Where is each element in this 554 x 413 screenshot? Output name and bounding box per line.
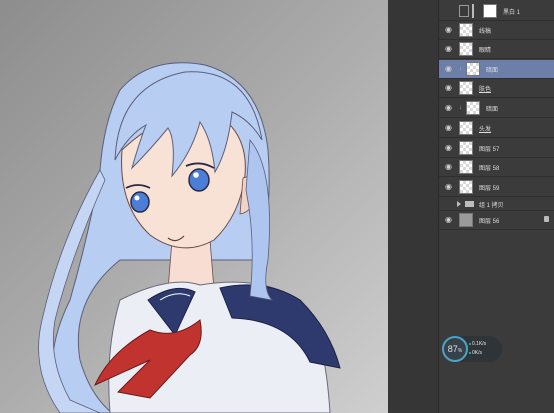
layer-thumbnail — [459, 180, 473, 194]
layer-name: 眼睛 — [479, 48, 492, 54]
eye-icon[interactable]: ◉ — [445, 216, 453, 224]
layer-thumbnail — [459, 23, 473, 37]
layer-row-selected[interactable]: ◉ ↓ 暗面 — [439, 60, 554, 79]
layer-row[interactable]: ◉ 眼睛 — [439, 40, 554, 59]
download-dot-icon — [469, 352, 471, 354]
layer-thumbnail — [459, 81, 473, 95]
right-eye-shine — [193, 172, 199, 178]
layer-thumbnail — [459, 160, 473, 174]
illustration — [38, 62, 341, 413]
clipping-arrow-icon: ↓ — [459, 105, 462, 111]
layer-row[interactable]: ◉ ↓ 暗面 — [439, 99, 554, 118]
layer-row[interactable]: ◉ 线稿 — [439, 21, 554, 40]
layer-row[interactable]: ◉ 肤色 — [439, 79, 554, 98]
upload-dot-icon — [469, 343, 471, 345]
layer-name: 黑白 1 — [503, 10, 521, 16]
left-eye-shine — [134, 195, 140, 201]
eye-icon[interactable]: ◉ — [445, 124, 453, 132]
visibility-toggle-icon[interactable]: ● — [445, 7, 453, 15]
layer-name: 头发 — [479, 127, 492, 133]
eye-icon[interactable]: ◉ — [445, 183, 453, 191]
layer-thumbnail — [466, 101, 480, 115]
adjustment-layer-icon — [459, 5, 469, 17]
layer-row-base[interactable]: ◉ 图层 56 — [439, 211, 554, 230]
eye-icon[interactable]: ◉ — [445, 26, 453, 34]
eye-icon[interactable]: ◉ — [445, 163, 453, 171]
layer-name: 图层 58 — [479, 166, 500, 172]
clipping-arrow-icon: ↓ — [459, 66, 462, 72]
layer-name: 暗面 — [486, 107, 499, 113]
percent-sign: % — [457, 348, 463, 354]
left-eye — [130, 191, 150, 213]
link-icon — [472, 4, 474, 18]
layer-name: 图层 57 — [479, 147, 500, 153]
visibility-toggle-icon[interactable]: ● — [445, 202, 453, 210]
layer-row[interactable]: ◉ 图层 58 — [439, 158, 554, 177]
layer-row[interactable]: ◉ 图层 59 — [439, 178, 554, 197]
folder-icon — [465, 201, 474, 207]
download-rate: 0K/s — [472, 350, 483, 356]
layer-thumbnail — [459, 141, 473, 155]
layer-thumbnail — [459, 213, 473, 227]
layer-name: 肤色 — [479, 87, 492, 93]
drawing-canvas[interactable] — [0, 0, 388, 413]
right-eye — [188, 168, 210, 192]
layer-row-top[interactable]: ● 黑白 1 — [439, 2, 554, 21]
group-name: 组 1 拷贝 — [479, 203, 504, 209]
eye-icon[interactable]: ◉ — [445, 45, 453, 53]
layer-name: 暗面 — [486, 68, 499, 74]
layer-group-row[interactable]: ● 组 1 拷贝 — [439, 197, 554, 211]
lock-icon — [544, 216, 549, 222]
eye-icon[interactable]: ◉ — [445, 104, 453, 112]
eye-icon[interactable]: ◉ — [445, 144, 453, 152]
cpu-usage-ring: 87% — [442, 336, 468, 362]
expand-arrow-icon[interactable] — [457, 201, 461, 207]
layer-thumbnail — [466, 62, 480, 76]
layer-thumbnail — [459, 121, 473, 135]
panel-gutter — [388, 0, 438, 413]
usage-percent: 87 — [447, 344, 458, 354]
layer-row[interactable]: ◉ 头发 — [439, 119, 554, 138]
eye-icon[interactable]: ◉ — [445, 84, 453, 92]
upload-rate: 0.1K/s — [472, 341, 487, 347]
eye-icon[interactable]: ◉ — [445, 65, 453, 73]
layer-row[interactable]: ◉ 图层 57 — [439, 139, 554, 158]
layer-thumbnail — [459, 42, 473, 56]
layer-name: 图层 59 — [479, 186, 500, 192]
layer-name: 线稿 — [479, 29, 492, 35]
layer-mask-thumbnail — [483, 4, 497, 18]
performance-widget[interactable]: 87% 0.1K/s 0K/s — [442, 336, 502, 362]
layer-name: 图层 56 — [479, 219, 500, 225]
